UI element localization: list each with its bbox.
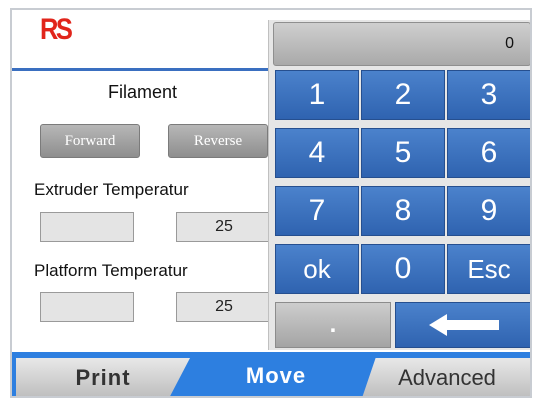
key-4[interactable]: 4 <box>275 128 359 178</box>
printer-screen: RS Filament Forward Reverse Extruder Tem… <box>10 8 532 398</box>
key-1[interactable]: 1 <box>275 70 359 120</box>
numeric-keypad: 0 1 2 3 4 5 6 7 8 9 ok 0 Esc . <box>268 20 530 350</box>
extruder-target-field[interactable] <box>40 212 134 242</box>
key-6[interactable]: 6 <box>447 128 530 178</box>
key-9[interactable]: 9 <box>447 186 530 236</box>
tab-advanced[interactable]: Advanced <box>362 358 530 396</box>
ok-key[interactable]: ok <box>275 244 359 294</box>
extruder-current-value: 25 <box>176 212 272 242</box>
key-3[interactable]: 3 <box>447 70 530 120</box>
platform-current-value: 25 <box>176 292 272 322</box>
forward-button[interactable]: Forward <box>40 124 140 158</box>
esc-key[interactable]: Esc <box>447 244 530 294</box>
left-arrow-icon <box>429 314 499 336</box>
bottom-tab-bar: Print Move Advanced <box>12 352 530 396</box>
key-2[interactable]: 2 <box>361 70 445 120</box>
backspace-key[interactable] <box>395 302 530 348</box>
filament-label: Filament <box>108 82 178 102</box>
key-8[interactable]: 8 <box>361 186 445 236</box>
tab-print[interactable]: Print <box>16 358 190 396</box>
key-0[interactable]: 0 <box>361 244 445 294</box>
extruder-temperature-label: Extruder Temperatur <box>34 180 189 199</box>
platform-temperature-label: Platform Temperatur <box>34 261 188 280</box>
keypad-display: 0 <box>273 22 530 66</box>
key-5[interactable]: 5 <box>361 128 445 178</box>
key-7[interactable]: 7 <box>275 186 359 236</box>
reverse-button[interactable]: Reverse <box>168 124 268 158</box>
decimal-point-key[interactable]: . <box>275 302 391 348</box>
platform-target-field[interactable] <box>40 292 134 322</box>
tab-move[interactable]: Move <box>196 356 356 396</box>
rs-logo: RS <box>40 13 73 46</box>
